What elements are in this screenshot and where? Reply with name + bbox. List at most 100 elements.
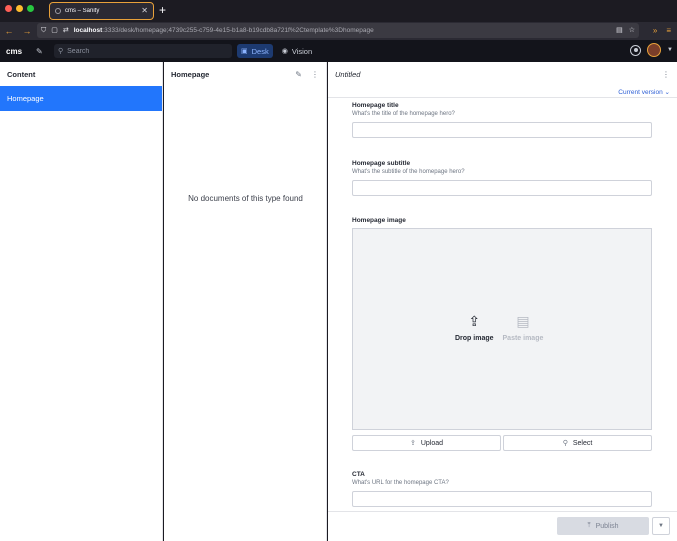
- nav-tab-desk-label: Desk: [251, 46, 269, 56]
- document-list-header: Homepage ✎ ⋮: [164, 62, 326, 86]
- document-actions: ⋮: [662, 70, 670, 79]
- field-description: What's the title of the homepage hero?: [352, 111, 455, 117]
- content-pane-header: Content: [0, 62, 162, 86]
- field-cta: CTA What's URL for the homepage CTA?: [352, 471, 653, 509]
- drop-image-label: Drop image: [455, 335, 494, 342]
- tab-title: cms – Sanity: [65, 8, 100, 14]
- publish-button[interactable]: ⤒ Publish: [557, 517, 649, 535]
- status-dot: [633, 48, 638, 52]
- search-input[interactable]: [67, 47, 218, 55]
- image-drop-zone[interactable]: ⇪ Drop image ▤ Paste image: [352, 228, 652, 430]
- studio-navbar: cms ✎ ⚲ ▣ Desk ◉ Vision ▼: [0, 40, 677, 62]
- document-footer: ⤒ Publish ▼: [328, 511, 677, 541]
- document-editor-pane: Untitled ⋮ Current version ⌄ Homepage ti…: [328, 62, 677, 541]
- minimize-window-button[interactable]: [16, 5, 23, 12]
- document-list-title: Homepage: [171, 69, 210, 79]
- browser-window: cms – Sanity ✕ + ← → ⛉ ▢ ⇄ localhost :33…: [0, 0, 677, 541]
- content-pane: Content Homepage: [0, 62, 163, 541]
- eye-icon: ◉: [281, 48, 288, 55]
- list-item-label: Homepage: [7, 94, 44, 103]
- document-form: Homepage title What's the title of the h…: [352, 102, 653, 509]
- field-label: Homepage title: [352, 102, 399, 109]
- search-icon: ⚲: [58, 48, 64, 55]
- empty-state-message: No documents of this type found: [188, 194, 303, 203]
- document-list-actions: ✎ ⋮: [295, 70, 319, 79]
- upload-label: Upload: [420, 439, 444, 447]
- search-box[interactable]: ⚲: [54, 44, 232, 58]
- publish-icon: ⤒: [587, 522, 591, 529]
- select-button[interactable]: ⚲ Select: [503, 435, 652, 451]
- zoom-window-button[interactable]: [27, 5, 34, 12]
- navbar-right: ▼: [630, 43, 673, 57]
- nav-tab-vision[interactable]: ◉ Vision: [278, 44, 316, 58]
- nav-tab-desk[interactable]: ▣ Desk: [237, 44, 273, 58]
- reader-view-icon[interactable]: ▤: [616, 26, 623, 35]
- nav-tab-vision-label: Vision: [291, 46, 313, 56]
- field-label: Homepage image: [352, 217, 406, 224]
- browser-tab-bar: cms – Sanity ✕ +: [0, 0, 677, 22]
- forward-arrow-icon[interactable]: →: [21, 26, 33, 36]
- upload-icon: ⇪: [409, 440, 416, 447]
- user-avatar[interactable]: [647, 43, 662, 57]
- url-host: localhost: [73, 27, 103, 34]
- more-options-icon[interactable]: ⋮: [311, 70, 319, 79]
- document-title: Untitled: [335, 69, 361, 79]
- homepage-subtitle-input[interactable]: [352, 179, 652, 196]
- document-list-pane: Homepage ✎ ⋮ No documents of this type f…: [164, 62, 327, 541]
- field-homepage-image: Homepage image ⇪ Drop image ▤ Paste imag…: [352, 217, 653, 451]
- hamburger-menu-icon[interactable]: ≡: [666, 26, 671, 36]
- toolbar-right-actions: » ≡: [653, 26, 671, 36]
- document-menu-icon[interactable]: ⋮: [662, 70, 670, 79]
- publish-menu-button[interactable]: ▼: [652, 517, 670, 535]
- bookmark-star-icon[interactable]: ☆: [629, 26, 635, 35]
- studio-brand[interactable]: cms: [6, 47, 26, 56]
- select-label: Select: [572, 439, 593, 447]
- chevron-down-icon: ⌄: [664, 88, 670, 96]
- search-icon: ⚲: [562, 440, 568, 447]
- page-info-icon[interactable]: ▢: [51, 27, 58, 34]
- version-selector[interactable]: Current version ⌄: [618, 88, 670, 96]
- field-homepage-subtitle: Homepage subtitle What's the subtitle of…: [352, 160, 653, 198]
- chevron-down-icon[interactable]: ▼: [667, 47, 673, 53]
- back-arrow-icon[interactable]: ←: [3, 26, 15, 36]
- field-description: What's URL for the homepage CTA?: [352, 480, 449, 486]
- tab-favicon-icon: [55, 8, 61, 14]
- chevron-down-icon: ▼: [658, 523, 664, 529]
- clipboard-icon: ▤: [516, 313, 530, 329]
- status-indicator-icon[interactable]: [630, 44, 642, 56]
- browser-toolbar: ← → ⛉ ▢ ⇄ localhost :3333/desk/homepage;…: [0, 22, 677, 40]
- permissions-icon[interactable]: ⇄: [63, 27, 69, 34]
- shield-icon[interactable]: ⛉: [41, 27, 46, 34]
- field-description: What's the subtitle of the homepage hero…: [352, 168, 465, 175]
- cta-input[interactable]: [352, 491, 652, 507]
- desk-icon: ▣: [241, 48, 248, 55]
- upload-button[interactable]: ⇪ Upload: [352, 435, 501, 451]
- version-label: Current version: [618, 88, 663, 96]
- new-tab-button[interactable]: +: [159, 3, 166, 17]
- list-item-homepage[interactable]: Homepage: [0, 86, 162, 111]
- address-bar[interactable]: ⛉ ▢ ⇄ localhost :3333/desk/homepage;4739…: [37, 23, 639, 38]
- create-document-icon[interactable]: ✎: [295, 70, 302, 79]
- paste-image-label: Paste image: [502, 335, 544, 342]
- extensions-overflow-icon[interactable]: »: [653, 26, 657, 36]
- compose-icon[interactable]: ✎: [36, 47, 50, 56]
- content-pane-title: Content: [7, 69, 36, 79]
- browser-tab[interactable]: cms – Sanity ✕: [49, 2, 154, 20]
- upload-tray-icon: ⇪: [468, 313, 481, 329]
- url-path: :3333/desk/homepage;4739c255-c759-4e15-b…: [102, 27, 374, 34]
- window-controls: [5, 5, 34, 12]
- close-window-button[interactable]: [5, 5, 12, 12]
- field-label: CTA: [352, 471, 365, 478]
- image-buttons: ⇪ Upload ⚲ Select: [352, 435, 653, 451]
- document-header: Untitled ⋮: [328, 62, 677, 86]
- homepage-title-input[interactable]: [352, 122, 652, 138]
- image-drop-options: ⇪ Drop image ▤ Paste image: [455, 312, 543, 342]
- address-bar-actions: ▤ ☆: [616, 26, 635, 35]
- field-homepage-title: Homepage title What's the title of the h…: [352, 102, 653, 140]
- publish-label: Publish: [595, 522, 619, 530]
- field-label: Homepage subtitle: [352, 159, 411, 167]
- version-bar: Current version ⌄: [328, 86, 677, 98]
- paste-image-option[interactable]: ▤ Paste image: [503, 312, 544, 342]
- drop-image-option: ⇪ Drop image: [455, 312, 494, 342]
- close-tab-icon[interactable]: ✕: [141, 7, 148, 15]
